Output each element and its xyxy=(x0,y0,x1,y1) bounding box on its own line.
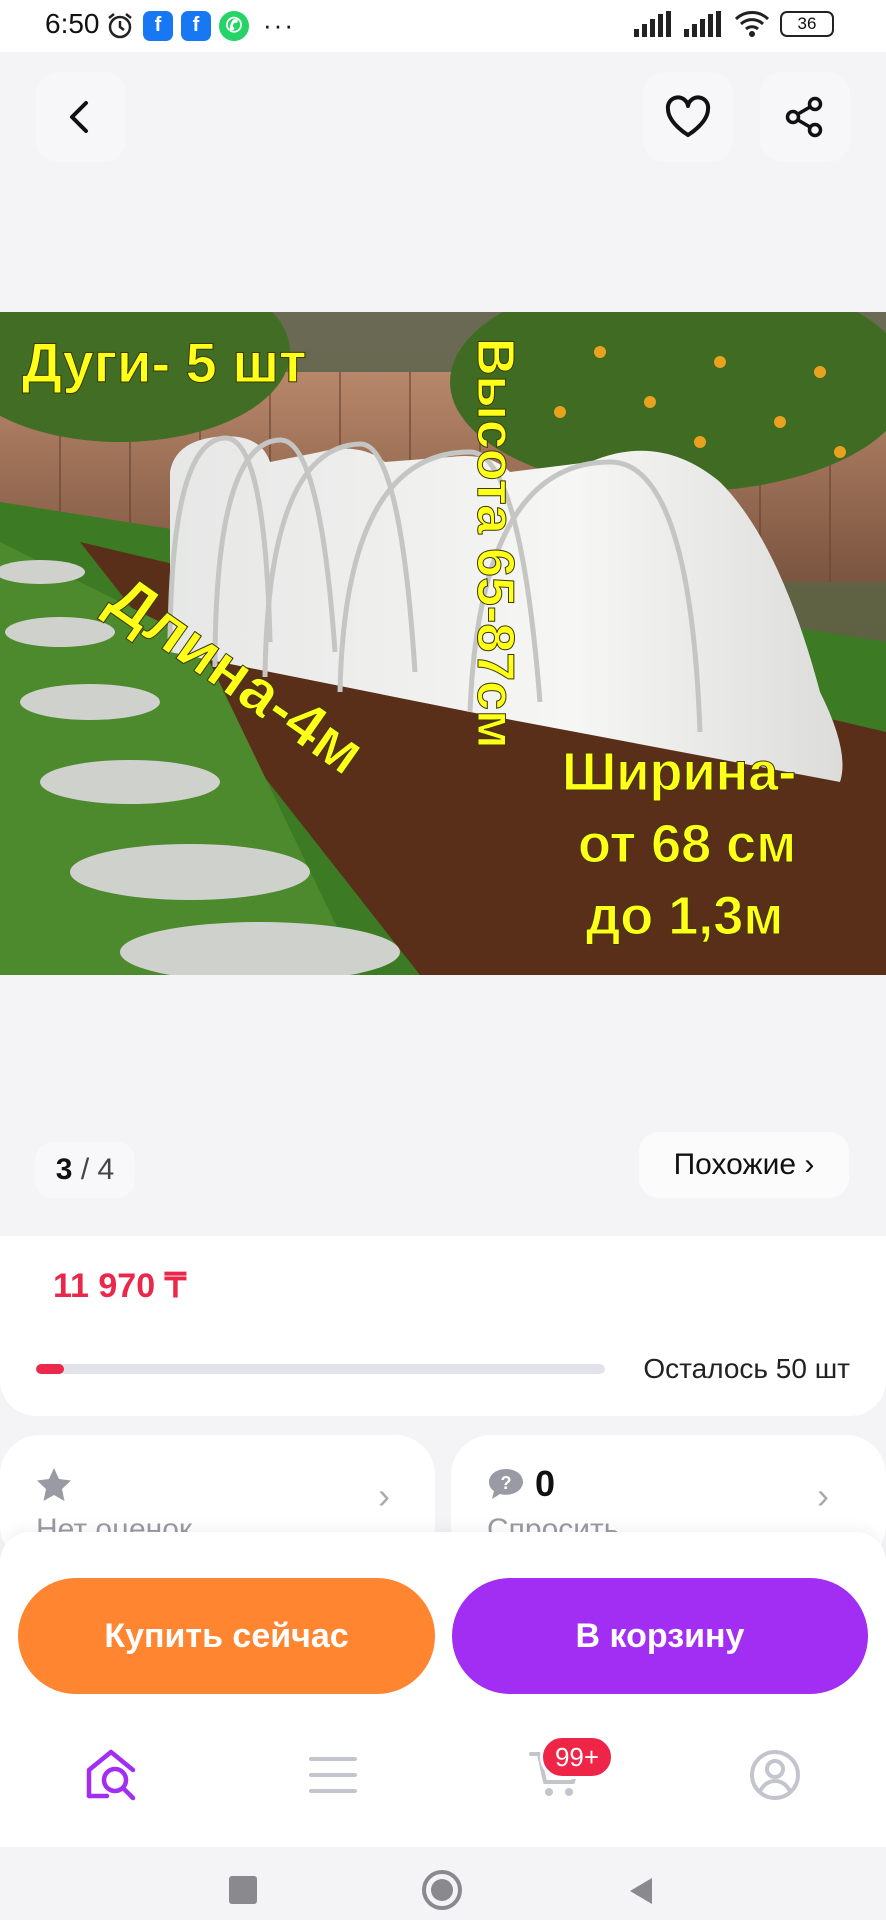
chevron-left-icon xyxy=(70,101,88,133)
whatsapp-icon: ✆ xyxy=(219,10,249,41)
battery-icon: 36 xyxy=(780,11,834,37)
image-overlay-text-width_1: Ширина- xyxy=(562,742,796,802)
buy-now-label: Купить сейчас xyxy=(104,1616,349,1655)
image-overlay-text-height: Высота 65-87см xyxy=(466,338,524,749)
questions-count: 0 xyxy=(535,1463,556,1504)
add-to-cart-label: В корзину xyxy=(575,1616,745,1655)
more-notifications-icon: ··· xyxy=(263,10,295,40)
image-overlay-text-arcs: Дуги- 5 шт xyxy=(22,331,306,394)
question-bubble-icon: ? xyxy=(489,1469,523,1499)
tab-home[interactable] xyxy=(78,1740,148,1810)
status-notification-icons: f f ✆ ··· xyxy=(105,10,295,41)
image-counter-current: 3 xyxy=(55,1153,73,1186)
product-price: 11 970 ₸ xyxy=(53,1267,187,1305)
battery-level: 36 xyxy=(797,14,817,33)
similar-label: Похожие › xyxy=(673,1148,815,1181)
tab-catalog[interactable] xyxy=(298,1740,368,1810)
home-search-icon xyxy=(86,1749,136,1801)
alarm-icon xyxy=(108,12,132,38)
status-time: 6:50 xyxy=(45,8,100,39)
home-button[interactable] xyxy=(421,1869,463,1911)
facebook-icon: f xyxy=(143,10,173,41)
profile-icon xyxy=(750,1750,800,1800)
stock-progress-bar xyxy=(36,1364,605,1374)
chevron-right-icon: › xyxy=(378,1475,390,1516)
product-image[interactable]: Дуги- 5 шт Длина-4м Высота 65-87см Ширин… xyxy=(0,312,886,975)
image-overlay-text-width_2: от 68 см xyxy=(578,814,796,874)
recent-apps-button[interactable] xyxy=(229,1876,257,1904)
share-button[interactable] xyxy=(760,72,850,162)
buy-now-button[interactable]: Купить сейчас xyxy=(18,1578,435,1694)
tab-profile[interactable] xyxy=(740,1740,810,1810)
stock-remaining: Осталось 50 шт xyxy=(643,1353,850,1384)
price-card xyxy=(0,1236,886,1416)
facebook-icon: f xyxy=(181,10,211,41)
cart-badge: 99+ xyxy=(540,1735,614,1779)
status-system-icons: 36 xyxy=(634,10,834,38)
signal-icon xyxy=(634,11,671,37)
back-nav-button[interactable] xyxy=(626,1876,656,1906)
back-button[interactable] xyxy=(36,72,126,162)
heart-icon xyxy=(665,95,711,137)
chevron-right-icon: › xyxy=(817,1475,829,1516)
similar-button[interactable]: Похожие › xyxy=(639,1132,849,1198)
svg-text:?: ? xyxy=(501,1473,512,1493)
stock-progress-fill xyxy=(36,1364,65,1374)
image-counter-total: / 4 xyxy=(80,1153,115,1186)
wifi-icon xyxy=(734,11,770,37)
add-to-cart-button[interactable]: В корзину xyxy=(452,1578,868,1694)
favorite-button[interactable] xyxy=(643,72,733,162)
signal-icon xyxy=(684,11,721,37)
star-icon xyxy=(37,1468,71,1501)
image-overlay-text-width_3: до 1,3м xyxy=(586,886,783,946)
menu-icon xyxy=(309,1757,357,1793)
image-counter: 3 / 4 xyxy=(35,1142,135,1198)
share-icon xyxy=(785,96,823,138)
